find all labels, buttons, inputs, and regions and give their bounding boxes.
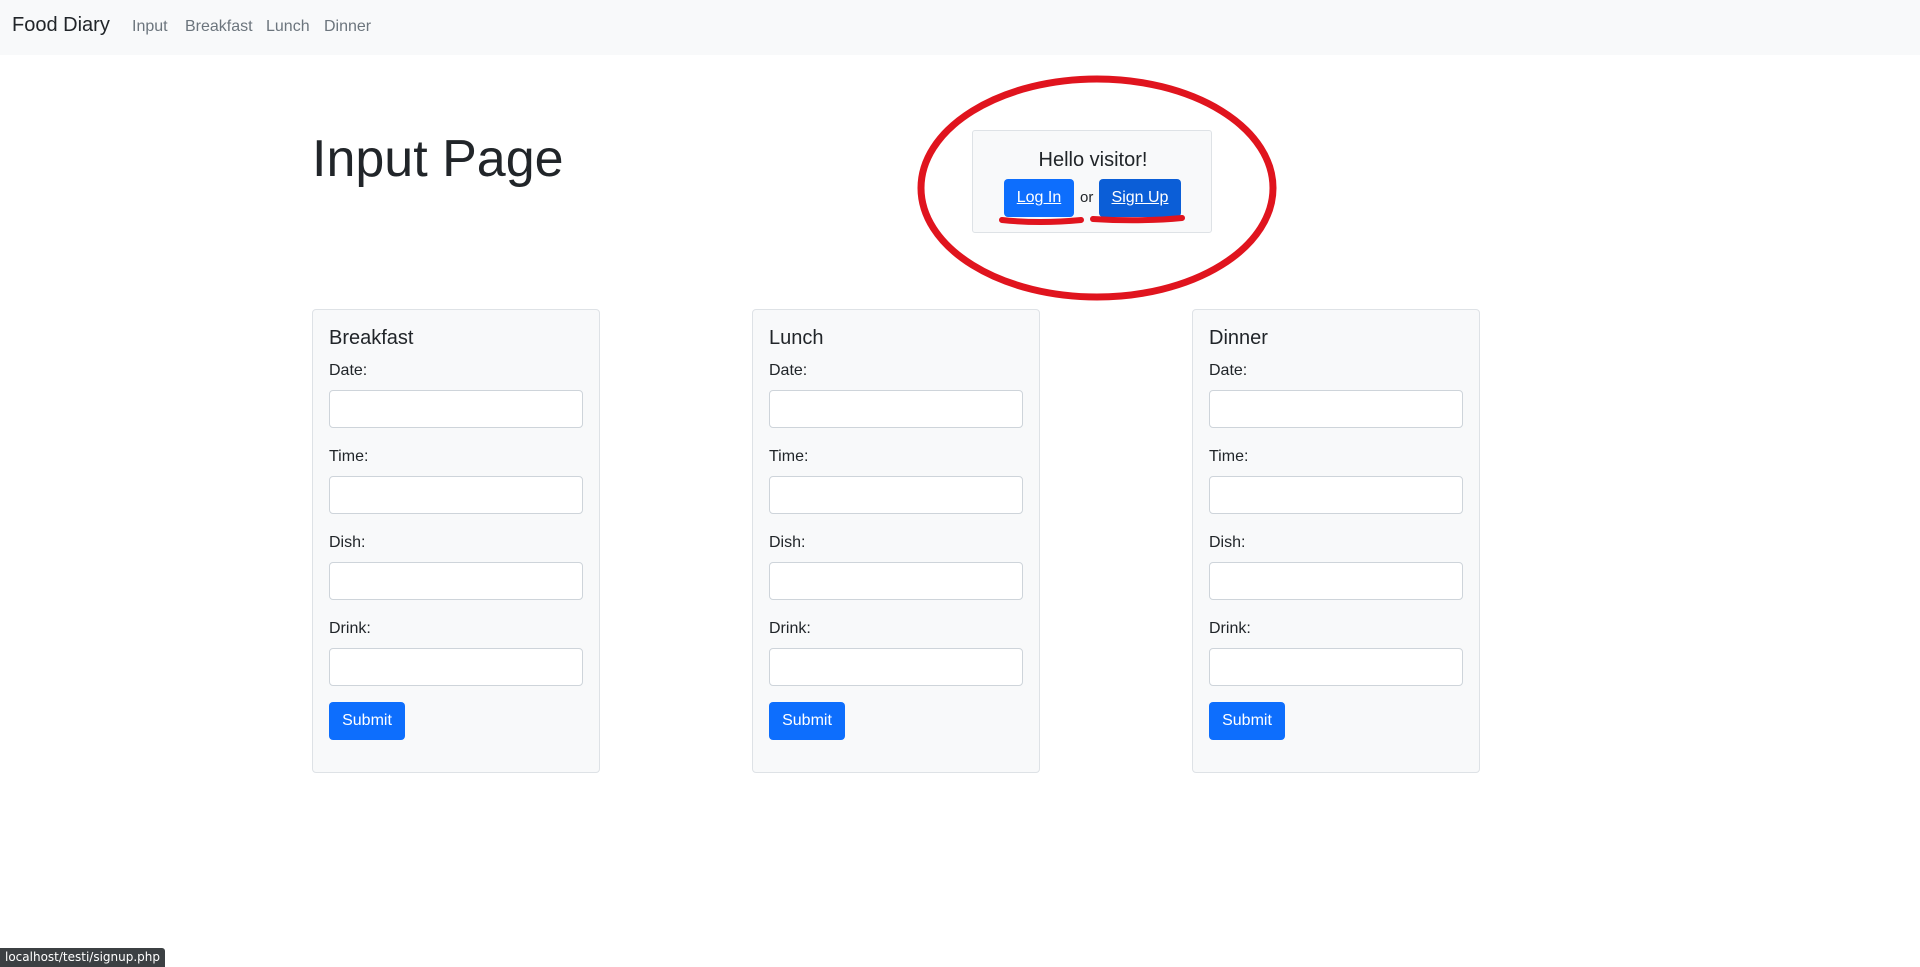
breakfast-submit-button[interactable]: Submit xyxy=(329,702,405,740)
time-label: Time: xyxy=(769,448,809,465)
breakfast-date-input[interactable] xyxy=(329,390,583,428)
dinner-submit-button[interactable]: Submit xyxy=(1209,702,1285,740)
lunch-time-input[interactable] xyxy=(769,476,1023,514)
date-label: Date: xyxy=(329,362,368,379)
nav-link-lunch[interactable]: Lunch xyxy=(266,18,310,36)
lunch-date-input[interactable] xyxy=(769,390,1023,428)
drink-label: Drink: xyxy=(769,620,811,637)
breakfast-time-input[interactable] xyxy=(329,476,583,514)
breakfast-drink-input[interactable] xyxy=(329,648,583,686)
dinner-time-input[interactable] xyxy=(1209,476,1463,514)
breakfast-dish-input[interactable] xyxy=(329,562,583,600)
date-label: Date: xyxy=(769,362,808,379)
greeting-text: Hello visitor! xyxy=(1038,149,1148,171)
navbar: Food Diary Input Breakfast Lunch Dinner xyxy=(0,0,1920,55)
status-bar-url: localhost/testi/signup.php xyxy=(0,948,166,967)
dinner-dish-input[interactable] xyxy=(1209,562,1463,600)
breakfast-card: Breakfast Date: Time: Dish: Drink: Submi… xyxy=(312,309,600,773)
card-title: Dinner xyxy=(1209,327,1268,349)
dish-label: Dish: xyxy=(769,534,806,551)
signup-button[interactable]: Sign Up xyxy=(1099,179,1181,217)
dish-label: Dish: xyxy=(1209,534,1246,551)
lunch-card: Lunch Date: Time: Dish: Drink: Submit xyxy=(752,309,1040,773)
card-title: Lunch xyxy=(769,327,824,349)
lunch-submit-button[interactable]: Submit xyxy=(769,702,845,740)
time-label: Time: xyxy=(329,448,369,465)
drink-label: Drink: xyxy=(329,620,371,637)
time-label: Time: xyxy=(1209,448,1249,465)
lunch-dish-input[interactable] xyxy=(769,562,1023,600)
or-separator: or xyxy=(1080,189,1094,206)
navbar-brand[interactable]: Food Diary xyxy=(12,14,110,37)
date-label: Date: xyxy=(1209,362,1248,379)
nav-link-breakfast[interactable]: Breakfast xyxy=(185,18,253,36)
nav-link-input[interactable]: Input xyxy=(132,18,168,36)
dish-label: Dish: xyxy=(329,534,366,551)
nav-link-dinner[interactable]: Dinner xyxy=(324,18,371,36)
dinner-date-input[interactable] xyxy=(1209,390,1463,428)
login-button[interactable]: Log In xyxy=(1004,179,1074,217)
lunch-drink-input[interactable] xyxy=(769,648,1023,686)
card-title: Breakfast xyxy=(329,327,414,349)
dinner-card: Dinner Date: Time: Dish: Drink: Submit xyxy=(1192,309,1480,773)
drink-label: Drink: xyxy=(1209,620,1251,637)
auth-box: Hello visitor! Log In or Sign Up xyxy=(972,130,1212,233)
dinner-drink-input[interactable] xyxy=(1209,648,1463,686)
page-title: Input Page xyxy=(312,130,564,188)
